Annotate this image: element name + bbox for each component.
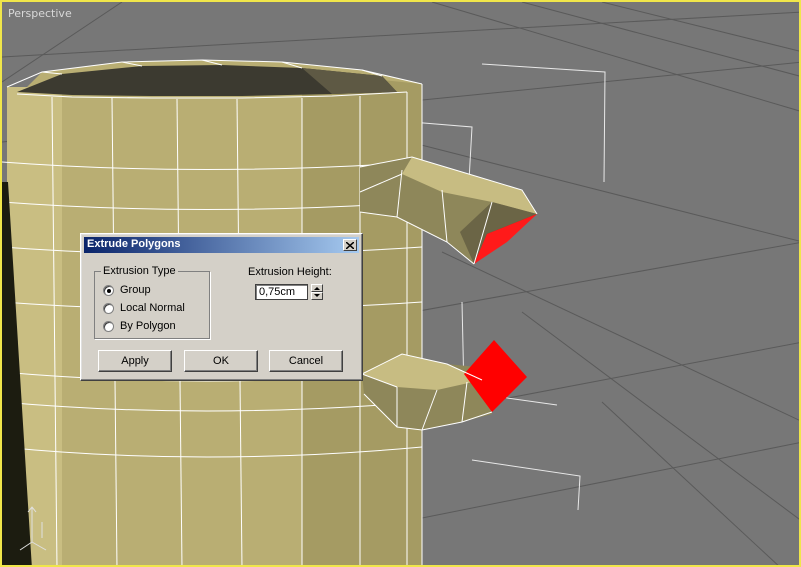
perspective-viewport[interactable]: Perspective Extrude Polygons Extrusion T… — [0, 0, 801, 567]
radio-by-polygon[interactable]: By Polygon — [103, 319, 176, 333]
dialog-titlebar[interactable]: Extrude Polygons — [84, 237, 359, 253]
cancel-button[interactable]: Cancel — [269, 350, 343, 372]
close-button[interactable] — [343, 239, 357, 251]
arrow-up-icon — [314, 287, 320, 290]
viewport-label[interactable]: Perspective — [8, 7, 72, 20]
radio-by-polygon-indicator[interactable] — [103, 320, 114, 332]
extrusion-height-input[interactable] — [255, 284, 308, 300]
spinner-arrows[interactable] — [311, 284, 323, 300]
spin-up-button[interactable] — [311, 284, 323, 292]
radio-local-normal[interactable]: Local Normal — [103, 301, 185, 315]
radio-by-polygon-label: By Polygon — [120, 320, 176, 332]
radio-group-label: Group — [120, 284, 151, 296]
extrusion-height-spinner — [255, 284, 324, 300]
spin-down-button[interactable] — [311, 292, 323, 300]
arrow-down-icon — [314, 294, 320, 297]
extrusion-type-label: Extrusion Type — [101, 265, 178, 277]
close-icon — [346, 241, 354, 249]
dialog-title: Extrude Polygons — [87, 238, 181, 250]
radio-local-normal-label: Local Normal — [120, 302, 185, 314]
radio-group-indicator[interactable] — [103, 284, 114, 296]
extrusion-height-label: Extrusion Height: — [248, 266, 332, 278]
ok-button[interactable]: OK — [184, 350, 258, 372]
apply-button[interactable]: Apply — [98, 350, 172, 372]
radio-group[interactable]: Group — [103, 283, 151, 297]
extrude-polygons-dialog: Extrude Polygons Extrusion Type Group Lo… — [80, 233, 363, 381]
radio-local-normal-indicator[interactable] — [103, 302, 114, 314]
